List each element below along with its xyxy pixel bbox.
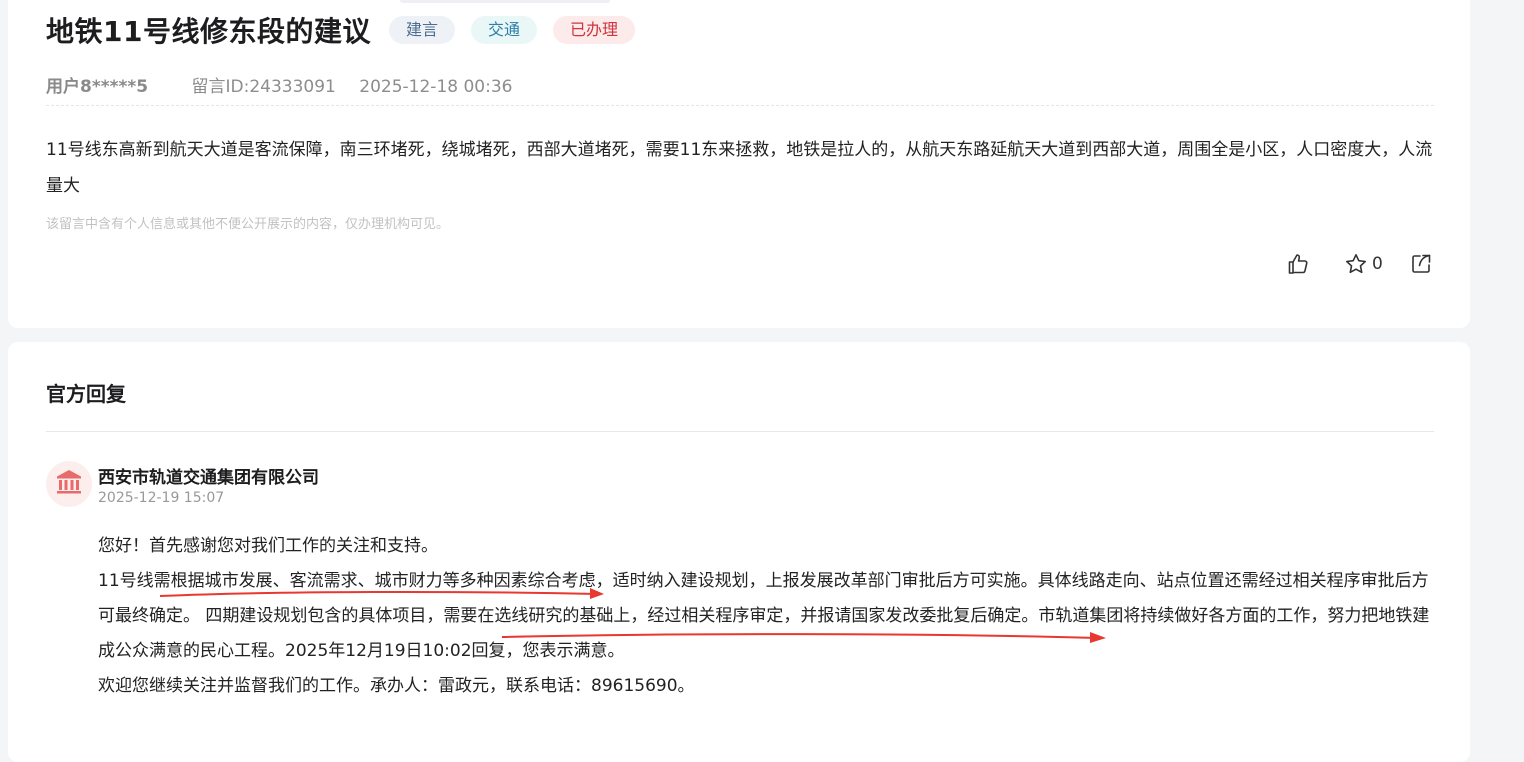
share-icon xyxy=(1409,252,1433,276)
reply-heading: 官方回复 xyxy=(46,382,126,406)
title-row: 地铁11号线修东段的建议 建言 交通 已办理 xyxy=(46,10,651,50)
tag-status-done: 已办理 xyxy=(553,16,636,44)
reply-paragraph: 11号线需根据城市发展、客流需求、城市财力等多种因素综合考虑，适时纳入建设规划，… xyxy=(98,571,1430,661)
favorite-button[interactable]: 0 xyxy=(1344,252,1383,276)
message-meta: 用户8*****5 留言ID:24333091 2025-12-18 00:36 xyxy=(46,72,512,97)
message-content: 11号线东高新到航天大道是客流保障，南三环堵死，绕城堵死，西部大道堵死，需要11… xyxy=(46,140,1433,196)
avatar xyxy=(46,461,92,507)
tag-advice: 建言 xyxy=(388,16,455,44)
top-decoration xyxy=(400,0,610,3)
reply-card: 官方回复 西安市轨道交通集团有限公司 2025-12-19 15:07 您好！首… xyxy=(8,342,1470,762)
message-user: 用户8*****5 xyxy=(46,77,149,97)
tag-traffic: 交通 xyxy=(470,16,537,44)
share-button[interactable] xyxy=(1409,252,1433,276)
org-reply-time: 2025-12-19 15:07 xyxy=(98,490,225,506)
government-building-icon xyxy=(55,468,83,500)
message-actions: 0 xyxy=(1286,252,1433,276)
reply-paragraph: 欢迎您继续关注并监督我们的工作。承办人：雷政元，联系电话：89615690。 xyxy=(98,676,695,696)
message-time: 2025-12-18 00:36 xyxy=(359,77,513,97)
favorite-count: 0 xyxy=(1372,254,1383,274)
org-name: 西安市轨道交通集团有限公司 xyxy=(98,468,319,488)
message-id: 留言ID:24333091 xyxy=(191,77,336,97)
privacy-notice: 该留言中含有个人信息或其他不便公开展示的内容，仅办理机构可见。 xyxy=(46,217,450,232)
reply-paragraph: 您好！首先感谢您对我们工作的关注和支持。 xyxy=(98,536,438,556)
meta-divider xyxy=(46,105,1434,106)
reply-divider xyxy=(46,431,1434,432)
star-icon xyxy=(1344,252,1368,276)
message-card: 地铁11号线修东段的建议 建言 交通 已办理 用户8*****5 留言ID:24… xyxy=(8,0,1470,328)
reply-body: 您好！首先感谢您对我们工作的关注和支持。 11号线需根据城市发展、客流需求、城市… xyxy=(98,529,1436,704)
thumbs-up-icon xyxy=(1286,252,1310,276)
page-title: 地铁11号线修东段的建议 xyxy=(46,15,371,48)
like-button[interactable] xyxy=(1286,252,1310,276)
